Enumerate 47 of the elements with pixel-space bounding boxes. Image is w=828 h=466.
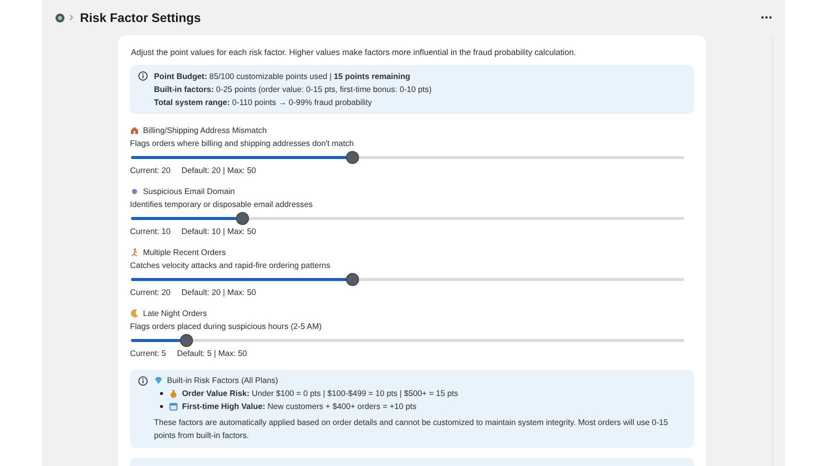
slider[interactable]: [131, 273, 684, 285]
runner-icon: [130, 248, 139, 257]
bag-icon: [169, 389, 178, 398]
factor-title: Billing/Shipping Address Mismatch: [143, 126, 267, 135]
intro-text: Adjust the point values for each risk factor. Higher values make factors more influential in the fraud probability calculation.: [131, 47, 578, 57]
slider-thumb[interactable]: [180, 334, 194, 347]
moon-icon: [130, 309, 139, 318]
bullet-icon: [160, 405, 163, 408]
notice-title: Built-in Risk Factors (All Plans): [167, 376, 278, 385]
factor-title: Multiple Recent Orders: [143, 248, 226, 257]
notice-text: Built-in factors: 0-25 points (order value: 0-15 pts, first-time bonus: 0-10 pts): [154, 84, 432, 95]
slider[interactable]: [131, 334, 684, 346]
factor-description: Catches velocity attacks and rapid-fire ordering patterns: [130, 261, 332, 270]
info-icon: [138, 376, 148, 386]
gem-icon: [154, 376, 163, 385]
factor-description: Flags orders placed during suspicious hours (2-5 AM): [130, 322, 323, 331]
house-icon: [130, 126, 139, 135]
factor-title: Suspicious Email Domain: [143, 187, 235, 196]
limits-text: Default: 20 | Max: 50: [182, 288, 256, 297]
slider[interactable]: [131, 212, 684, 224]
limits-text: Default: 5 | Max: 50: [177, 349, 248, 358]
factor-rule-text: Order Value Risk: Under $100 = 0 pts | $100-$499 = 10 pts | $500+ = 15 pts: [182, 389, 458, 398]
app-logo-icon: [55, 12, 65, 22]
more-icon[interactable]: [761, 16, 772, 19]
factor-rule-text: First-time High Value: New customers + $400+ orders = +10 pts: [182, 402, 416, 411]
limits-text: Default: 20 | Max: 50: [182, 166, 256, 175]
factor-title: Late Night Orders: [143, 309, 207, 318]
page-title: Risk Factor Settings: [80, 10, 201, 24]
notice-text: Point Budget: 85/100 customizable points used | 15 points remaining: [154, 71, 412, 82]
limits-text: Default: 10 | Max: 50: [182, 227, 256, 236]
bullet-icon: [160, 392, 163, 395]
current-value: Current: 5: [130, 349, 166, 358]
slider-thumb[interactable]: [236, 212, 249, 225]
slider[interactable]: [131, 151, 684, 163]
calendar-icon: [169, 402, 178, 411]
dot-icon: [130, 187, 139, 196]
factor-description: Identifies temporary or disposable email addresses: [130, 200, 314, 209]
slider-thumb[interactable]: [346, 151, 360, 164]
current-value: Current: 20: [130, 288, 170, 297]
current-value: Current: 10: [130, 227, 170, 236]
slider-thumb[interactable]: [346, 273, 360, 286]
notice-text: Total system range: 0-110 points → 0-99% fraud probability: [154, 97, 373, 108]
current-value: Current: 20: [130, 166, 170, 175]
factor-description: Flags orders where billing and shipping addresses don't match: [130, 139, 355, 148]
notice-text: These factors are automatically applied based on order details and cannot be customized to maintain system integrity. Most orders will use 0-15 points from built-in factors.: [154, 417, 670, 442]
info-icon: [138, 71, 148, 81]
chevron-icon: [69, 14, 74, 21]
